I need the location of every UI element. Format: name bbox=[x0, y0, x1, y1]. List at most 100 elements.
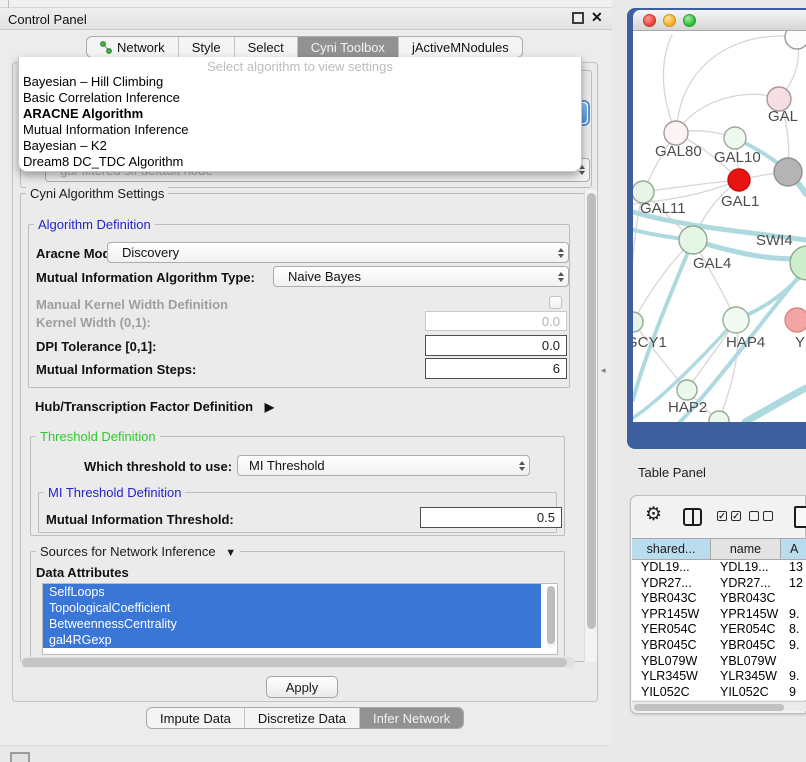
tab-jactivemnodules[interactable]: jActiveMNodules bbox=[399, 37, 522, 57]
attributes-scrollbar[interactable] bbox=[547, 586, 555, 648]
algorithm-option[interactable]: Basic Correlation Inference bbox=[19, 90, 581, 106]
settings-horizontal-scrollbar[interactable] bbox=[21, 657, 575, 668]
vscroll-thumb[interactable] bbox=[587, 193, 596, 629]
table-cell: 12 bbox=[781, 576, 806, 592]
attribute-item[interactable]: BetweennessCentrality bbox=[43, 616, 541, 632]
column-selector-icon[interactable] bbox=[683, 508, 702, 526]
hub-definition-expander[interactable]: Hub/Transcription Factor Definition ▶ bbox=[35, 399, 274, 414]
combobox-stepper-icon[interactable] bbox=[558, 248, 564, 258]
table-row[interactable]: YER054CYER054C8. bbox=[632, 622, 806, 638]
tab-label: Discretize Data bbox=[258, 711, 346, 726]
mi-type-combobox[interactable]: Naive Bayes bbox=[273, 266, 569, 287]
column-header[interactable]: name bbox=[711, 539, 781, 559]
network-window-titlebar[interactable] bbox=[633, 10, 806, 31]
network-edge[interactable] bbox=[676, 94, 779, 133]
network-node-gal10[interactable] bbox=[724, 127, 746, 149]
table-hscroll-thumb[interactable] bbox=[634, 704, 784, 711]
table-cell: YIL052C bbox=[711, 685, 781, 700]
network-graph[interactable]: GALGAL80GAL10GAL1GAL11SWI4GAL4HAP4YGCY1H… bbox=[633, 31, 806, 422]
tab-impute-data[interactable]: Impute Data bbox=[147, 708, 245, 728]
table-row[interactable]: YIL052CYIL052C9 bbox=[632, 685, 806, 700]
table-row[interactable]: YBR045CYBR045C9. bbox=[632, 638, 806, 654]
algorithm-option[interactable]: Bayesian – Hill Climbing bbox=[19, 74, 581, 90]
network-node-gal4[interactable] bbox=[679, 226, 707, 254]
dropdown-item-list: Bayesian – Hill ClimbingBasic Correlatio… bbox=[19, 74, 581, 170]
tab-network[interactable]: Network bbox=[87, 37, 179, 57]
zoom-traffic-light-icon[interactable] bbox=[683, 14, 696, 27]
kernel-width-field[interactable]: 0.0 bbox=[425, 311, 567, 331]
network-node-y[interactable] bbox=[785, 308, 806, 332]
settings-gear-icon[interactable]: ⚙ bbox=[645, 503, 662, 526]
table-row[interactable]: YLR345WYLR345W9. bbox=[632, 669, 806, 685]
network-node[interactable] bbox=[785, 31, 806, 49]
manual-kernel-checkbox[interactable] bbox=[549, 296, 562, 309]
table-cell: YPR145W bbox=[711, 607, 781, 623]
attribute-item[interactable]: gal4RGexp bbox=[43, 632, 541, 648]
select-all-checks-icon[interactable]: ✓✓ bbox=[717, 511, 741, 521]
table-cell: YBR045C bbox=[632, 638, 711, 654]
mi-steps-field[interactable]: 6 bbox=[425, 358, 567, 379]
float-panel-icon[interactable] bbox=[572, 12, 584, 24]
table-row[interactable]: YBL079WYBL079W bbox=[632, 654, 806, 670]
minimized-panel-icon[interactable] bbox=[10, 752, 30, 762]
hscroll-thumb[interactable] bbox=[22, 658, 567, 667]
network-node[interactable] bbox=[709, 411, 729, 422]
tab-cyni-toolbox[interactable]: Cyni Toolbox bbox=[298, 37, 399, 57]
apply-button[interactable]: Apply bbox=[266, 676, 338, 698]
sources-title-text: Sources for Network Inference bbox=[40, 544, 216, 559]
table-row[interactable]: YBR043CYBR043C bbox=[632, 591, 806, 607]
sources-group-title[interactable]: Sources for Network Inference ▼ bbox=[36, 544, 240, 559]
attribute-item[interactable]: SelfLoops bbox=[43, 584, 541, 600]
mi-threshold-label: Mutual Information Threshold: bbox=[46, 512, 234, 527]
control-panel: Control Panel ✕ NetworkStyleSelectCyni T… bbox=[0, 0, 612, 745]
network-node[interactable] bbox=[774, 158, 802, 186]
network-node-gcy1[interactable] bbox=[633, 312, 643, 332]
close-traffic-light-icon[interactable] bbox=[643, 14, 656, 27]
which-threshold-combobox[interactable]: MI Threshold bbox=[237, 455, 530, 476]
split-pane-handle-icon[interactable]: ◂ bbox=[601, 365, 606, 376]
attribute-item[interactable]: TopologicalCoefficient bbox=[43, 600, 541, 616]
table-cell: YIL052C bbox=[632, 685, 711, 700]
data-attributes-list[interactable]: SelfLoopsTopologicalCoefficientBetweenne… bbox=[42, 583, 558, 655]
settings-vertical-scrollbar[interactable] bbox=[584, 190, 597, 662]
column-header[interactable]: A bbox=[781, 539, 806, 559]
table-cell: 8. bbox=[781, 622, 806, 638]
algorithm-option[interactable]: Bayesian – K2 bbox=[19, 138, 581, 154]
tab-style[interactable]: Style bbox=[179, 37, 235, 57]
algorithm-option[interactable]: Mutual Information Inference bbox=[19, 122, 581, 138]
table-toolbar: ⚙ ✓✓ bbox=[631, 496, 806, 538]
tab-label: Select bbox=[248, 40, 284, 55]
deselect-all-checks-icon[interactable] bbox=[749, 511, 773, 521]
tab-discretize-data[interactable]: Discretize Data bbox=[245, 708, 360, 728]
network-canvas[interactable]: GALGAL80GAL10GAL1GAL11SWI4GAL4HAP4YGCY1H… bbox=[633, 31, 806, 422]
combobox-stepper-icon[interactable] bbox=[558, 272, 564, 282]
table-cell: 9. bbox=[781, 638, 806, 654]
export-table-icon[interactable] bbox=[794, 506, 806, 528]
control-panel-titlebar bbox=[0, 9, 612, 30]
network-node-hap4[interactable] bbox=[723, 307, 749, 333]
dpi-tolerance-field[interactable]: 0.0 bbox=[425, 335, 567, 356]
table-row[interactable]: YPR145WYPR145W9. bbox=[632, 607, 806, 623]
algorithm-option[interactable]: Dream8 DC_TDC Algorithm bbox=[19, 154, 581, 170]
close-panel-icon[interactable]: ✕ bbox=[591, 9, 603, 26]
expander-down-icon[interactable]: ▼ bbox=[225, 547, 236, 559]
network-node-swi4[interactable] bbox=[790, 246, 806, 280]
tab-infer-network[interactable]: Infer Network bbox=[360, 708, 463, 728]
minimize-traffic-light-icon[interactable] bbox=[663, 14, 676, 27]
algorithm-option[interactable]: ARACNE Algorithm bbox=[19, 106, 581, 122]
aracne-mode-combobox[interactable]: Discovery bbox=[107, 242, 569, 263]
expander-right-icon[interactable]: ▶ bbox=[265, 400, 274, 414]
table-row[interactable]: YDR27...YDR27...12 bbox=[632, 576, 806, 592]
table-horizontal-scrollbar[interactable] bbox=[632, 701, 806, 711]
table-rows: YDL19...YDL19...13YDR27...YDR27...12YBR0… bbox=[632, 560, 806, 700]
network-node-hap2[interactable] bbox=[677, 380, 697, 400]
network-edge[interactable] bbox=[663, 35, 676, 133]
network-edge-highlighted[interactable] bbox=[745, 388, 806, 422]
combobox-stepper-icon[interactable] bbox=[519, 461, 525, 471]
network-node-gal1[interactable] bbox=[728, 169, 750, 191]
column-header[interactable]: shared... bbox=[632, 539, 711, 559]
table-row[interactable]: YDL19...YDL19...13 bbox=[632, 560, 806, 576]
mi-threshold-field[interactable]: 0.5 bbox=[420, 507, 562, 528]
network-node-gal80[interactable] bbox=[664, 121, 688, 145]
tab-select[interactable]: Select bbox=[235, 37, 298, 57]
